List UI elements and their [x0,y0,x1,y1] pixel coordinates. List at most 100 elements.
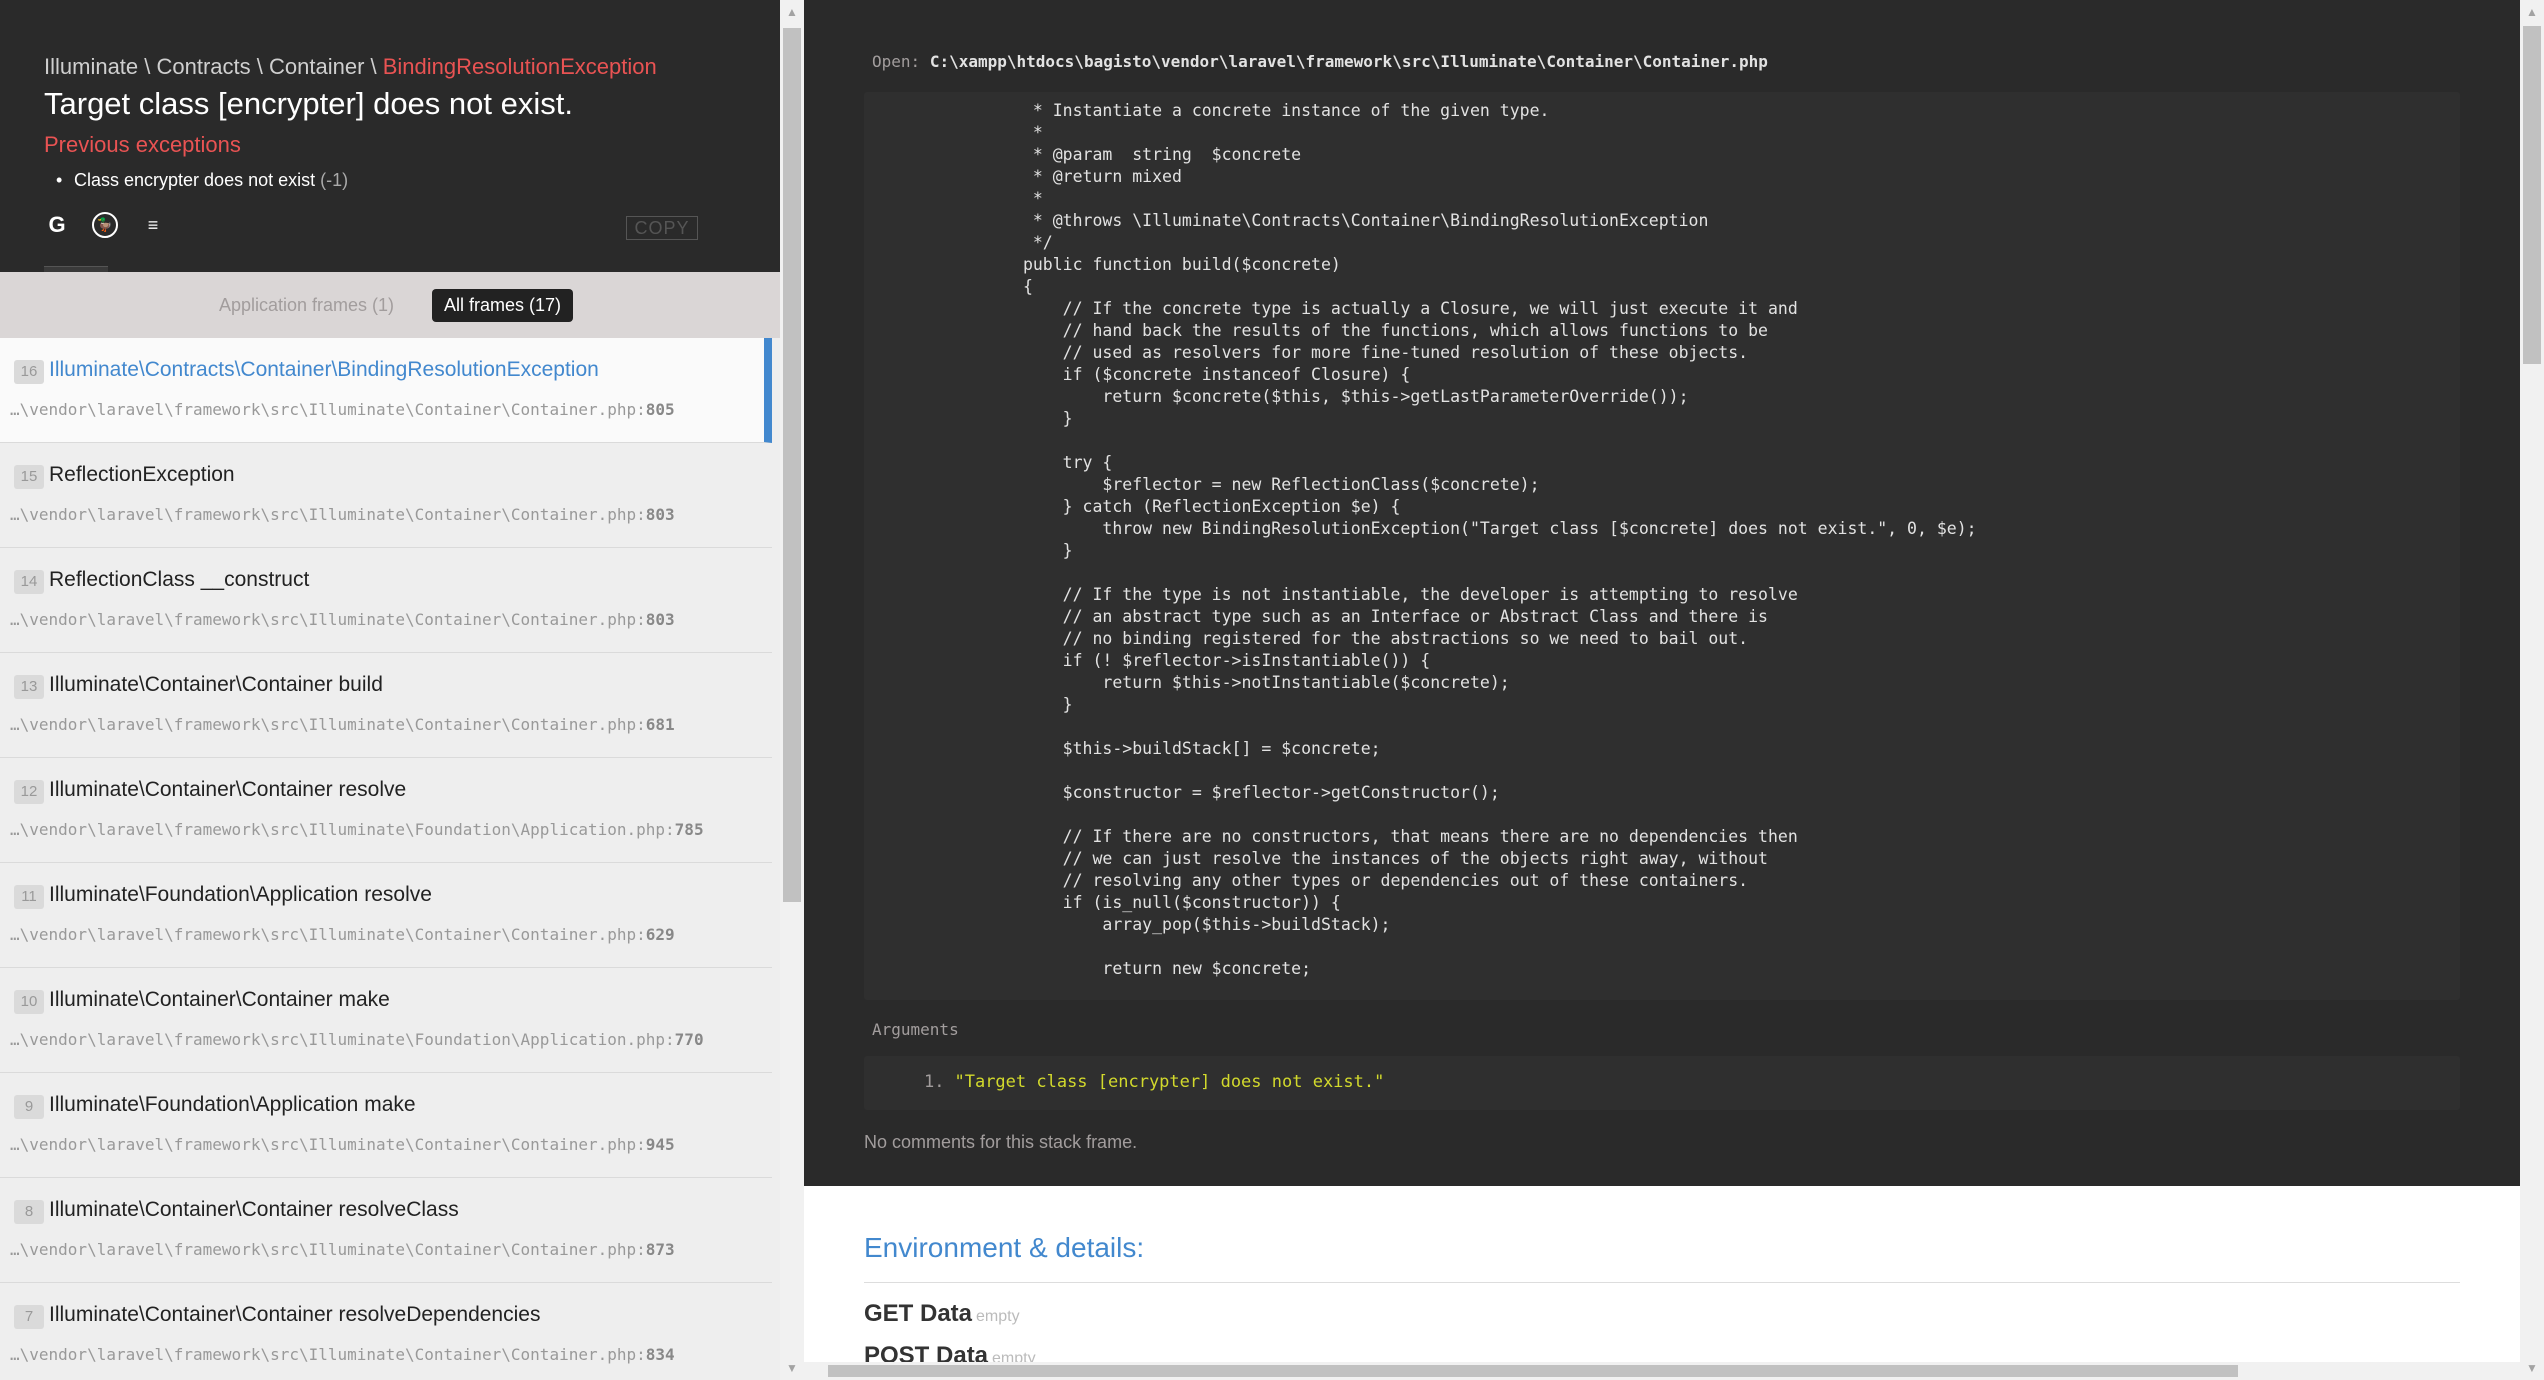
frame-index: 11 [14,885,44,909]
frame-method: make [364,1093,416,1116]
frame-file: …\vendor\laravel\framework\src\Illuminat… [10,715,675,734]
duckduckgo-icon[interactable]: 🦆 [92,212,118,238]
exception-namespace-1: Contracts [156,54,251,79]
stack-frame[interactable]: 7 Illuminate\Container\Container resolveD… [0,1283,772,1380]
frame-index: 8 [14,1200,44,1224]
code-line: // we can just resolve the instances of … [864,849,1768,868]
stack-frame[interactable]: 8 Illuminate\Container\Container resolveC… [0,1178,772,1283]
frame-index: 7 [14,1305,44,1329]
right-scrollbar[interactable]: ▲ ▼ [2520,0,2544,1380]
stack-frame[interactable]: 14 ReflectionClass __construct …\vendor\la… [0,548,772,653]
open-file-path[interactable]: C:\xampp\htdocs\bagisto\vendor\laravel\f… [930,52,1768,71]
open-file-line: Open: C:\xampp\htdocs\bagisto\vendor\lar… [872,52,1768,71]
frame-line: 770 [674,1030,704,1049]
code-line: // If the concrete type is actually a Cl… [864,299,1798,318]
right-scrollbar-thumb[interactable] [2523,26,2541,364]
frame-file: …\vendor\laravel\framework\src\Illuminat… [10,1135,675,1154]
exception-class-name: BindingResolutionException [382,54,657,79]
left-scrollbar[interactable]: ▲ ▼ [780,0,804,1380]
code-line: // resolving any other types or dependen… [864,871,1749,890]
no-comments-text: No comments for this stack frame. [864,1132,1138,1152]
frame-line: 803 [645,610,675,629]
frame-method: __construct [200,568,310,591]
previous-exceptions-list: Class encrypter does not exist (-1) [56,170,348,191]
code-line: // If there are no constructors, that me… [864,827,1798,846]
code-line: return $concrete($this, $this->getLastPa… [864,387,1689,406]
frame-method: resolve [338,778,407,801]
exception-message: Target class [encrypter] does not exist. [44,86,573,121]
code-line: // If the type is not instantiable, the … [864,585,1798,604]
arguments-title: Arguments [872,1020,959,1039]
frame-method: resolveDependencies [338,1303,541,1326]
frame-method: resolve [364,883,432,906]
scroll-down-arrow-icon[interactable]: ▼ [2520,1356,2544,1380]
frame-index: 12 [14,780,44,804]
frame-file: …\vendor\laravel\framework\src\Illuminat… [10,610,675,629]
stack-frame[interactable]: 9 Illuminate\Foundation\Application make …… [0,1073,772,1178]
search-links: G 🦆 ≡ [44,212,166,238]
stack-frame[interactable]: 13 Illuminate\Container\Container build …\… [0,653,772,758]
scroll-up-arrow-icon[interactable]: ▲ [2520,0,2544,24]
horizontal-scrollbar-thumb[interactable] [828,1365,2238,1377]
google-icon[interactable]: G [44,212,70,238]
code-line: return new $concrete; [864,959,1312,978]
code-line: return $this->notInstantiable($concrete)… [864,673,1510,692]
code-listing: * Instantiate a concrete instance of the… [864,100,1977,980]
frame-file: …\vendor\laravel\framework\src\Illuminat… [10,400,675,419]
frame-line: 785 [674,820,704,839]
left-scrollbar-thumb[interactable] [783,28,801,902]
code-section: Open: C:\xampp\htdocs\bagisto\vendor\lar… [804,0,2520,1186]
scroll-up-arrow-icon[interactable]: ▲ [780,0,804,24]
code-block: * Instantiate a concrete instance of the… [864,92,2460,1000]
stack-frame[interactable]: 16 Illuminate\Contracts\Container\Binding… [0,338,772,443]
left-panel: Illuminate \ Contracts \ Container \ Bin… [0,0,780,1380]
code-line: $constructor = $reflector->getConstructo… [864,783,1500,802]
code-line: * [864,189,1043,208]
frame-method: resolveClass [338,1198,459,1221]
stack-frame[interactable]: 11 Illuminate\Foundation\Application reso… [0,863,772,968]
frame-class: ReflectionException [49,463,235,486]
previous-exception-item[interactable]: Class encrypter does not exist (-1) [56,170,348,191]
previous-exceptions-title: Previous exceptions [44,132,241,157]
scroll-down-arrow-icon[interactable]: ▼ [780,1356,804,1380]
code-line: // used as resolvers for more fine-tuned… [864,343,1749,362]
exception-header: Illuminate \ Contracts \ Container \ Bin… [0,0,780,273]
frame-class: Illuminate\Container\Container make [49,988,390,1011]
stack-frame[interactable]: 12 Illuminate\Container\Container resolve… [0,758,772,863]
frame-file: …\vendor\laravel\framework\src\Illuminat… [10,1030,704,1049]
frame-line: 629 [645,925,675,944]
code-line: * Instantiate a concrete instance of the… [864,101,1550,120]
code-line: { [864,277,1033,296]
frame-class: ReflectionClass __construct [49,568,310,591]
code-line: // hand back the results of the function… [864,321,1768,340]
tab-all-frames[interactable]: All frames (17) [432,288,574,322]
code-line: public function build($concrete) [864,255,1341,274]
frames-tabs: Application frames (1) All frames (17) [0,272,780,338]
frame-line: 805 [645,400,675,419]
stack-frame[interactable]: 15 ReflectionException …\vendor\laravel\fr… [0,443,772,548]
frame-index: 9 [14,1095,44,1119]
code-line: // no binding registered for the abstrac… [864,629,1749,648]
right-panel: Open: C:\xampp\htdocs\bagisto\vendor\lar… [804,0,2520,1380]
code-line: // an abstract type such as an Interface… [864,607,1768,626]
frame-index: 13 [14,675,44,699]
copy-button[interactable]: COPY [626,216,698,240]
argument-item: 1. "Target class [encrypter] does not exi… [924,1072,1385,1092]
code-line: * @throws \Illuminate\Contracts\Containe… [864,211,1709,230]
arguments-block: 1. "Target class [encrypter] does not exi… [864,1056,2460,1110]
tab-application-frames[interactable]: Application frames (1) [207,289,406,322]
exception-class: Illuminate \ Contracts \ Container \ Bin… [44,54,657,79]
stack-frame[interactable]: 10 Illuminate\Container\Container make …\v… [0,968,772,1073]
horizontal-scrollbar[interactable] [804,1362,2520,1380]
frames-list: 16 Illuminate\Contracts\Container\Binding… [0,338,772,1380]
code-line: } [864,695,1073,714]
frame-class: Illuminate\Container\Container build [49,673,383,696]
stackoverflow-icon[interactable]: ≡ [140,212,166,238]
code-line: array_pop($this->buildStack); [864,915,1391,934]
frame-file: …\vendor\laravel\framework\src\Illuminat… [10,505,675,524]
